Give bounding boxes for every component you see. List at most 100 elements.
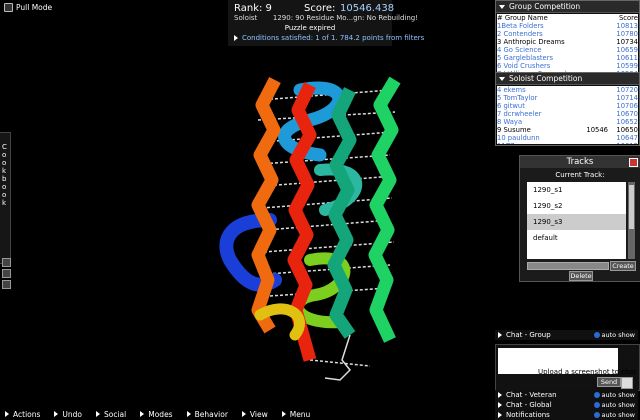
menu-behavior[interactable]: Behavior xyxy=(186,409,228,419)
menu-label: Menu xyxy=(289,409,311,419)
soloist-row[interactable]: 8 Waya 10652 xyxy=(497,118,638,126)
group-row[interactable]: 4 Go Science 10659 xyxy=(497,46,638,54)
track-list[interactable]: 1290_s1 1290_s2 1290_s3 default xyxy=(527,182,626,259)
track-item[interactable]: default xyxy=(527,230,626,246)
score-header: Rank: 9 Score: 10546.438 Soloist 1290: 9… xyxy=(228,0,424,46)
group-name: 3 Anthropic Dreams xyxy=(497,38,565,46)
group-list-header: # Group Name Score xyxy=(497,14,638,22)
screenshot-icon[interactable] xyxy=(621,377,633,389)
delete-button[interactable]: Delete xyxy=(569,271,593,281)
group-competition-header[interactable]: Group Competition xyxy=(496,1,639,13)
menu-label: View xyxy=(249,409,268,419)
group-name: 5 Gargleblasters xyxy=(497,54,554,62)
soloist-own-score xyxy=(578,94,608,102)
chat-global-autoshow[interactable]: auto show xyxy=(593,400,636,410)
soloist-row[interactable]: 10 pauldunn 10647 xyxy=(497,134,638,142)
folder-icon[interactable] xyxy=(2,280,11,289)
group-row[interactable]: 3 Anthropic Dreams 10734 xyxy=(497,38,638,46)
scroll-thumb[interactable] xyxy=(629,185,634,229)
soloist-own-score xyxy=(578,86,608,94)
soloist-row[interactable]: 6 gitwut 10706 xyxy=(497,102,638,110)
menu-social[interactable]: Social xyxy=(96,410,126,419)
chat-group-label: Chat - Group xyxy=(506,331,551,339)
chat-global-bar[interactable]: Chat - Global auto show xyxy=(495,400,638,410)
group-name: 6 Void Crushers xyxy=(497,62,551,70)
group-name: 2 Contenders xyxy=(497,30,543,38)
cookbook-tab[interactable]: Cookbook xyxy=(0,132,11,264)
create-button[interactable]: Create xyxy=(610,261,636,271)
soloist-row[interactable]: 7 dcrwheeler 10670 xyxy=(497,110,638,118)
soloist-name: 4 ekems xyxy=(497,86,526,94)
chat-group-autoshow[interactable]: auto show xyxy=(593,330,635,340)
group-score: 10599 xyxy=(616,62,638,70)
soloist-row[interactable]: 5 TomTaylor 10714 xyxy=(497,94,638,102)
group-score: 10780 xyxy=(616,30,638,38)
expand-arrow-icon xyxy=(5,411,9,417)
soloist-list[interactable]: 4 ekems 10720 5 TomTaylor 10714 6 gitwut 1070… xyxy=(497,86,638,144)
soloist-row[interactable]: 11Z7ro 10612 xyxy=(497,142,638,144)
recipe-icon[interactable] xyxy=(2,258,11,267)
group-row[interactable]: 5 Gargleblasters 10611 xyxy=(497,54,638,62)
group-row[interactable]: 6 Void Crushers 10599 xyxy=(497,62,638,70)
rank-label: Rank: 9 xyxy=(234,3,272,14)
mode-label: Pull Mode xyxy=(16,3,53,12)
soloist-competition-header[interactable]: Soloist Competition xyxy=(496,73,639,85)
menu-actions[interactable]: Actions xyxy=(5,410,40,419)
soloist-score: 10706 xyxy=(616,102,638,110)
group-score: 10734 xyxy=(616,38,638,46)
group-score: 10611 xyxy=(616,54,638,62)
close-icon[interactable] xyxy=(629,158,638,167)
puzzle-title: 1290: 90 Residue Mo...gn: No Rebuilding! xyxy=(272,14,419,22)
group-row[interactable]: 2 Contenders 10780 xyxy=(497,30,638,38)
track-scrollbar[interactable] xyxy=(628,182,635,259)
chat-input[interactable]: Upload a screenshot to chat xyxy=(498,348,636,376)
chat-box: Upload a screenshot to chat Send xyxy=(495,344,640,391)
track-item[interactable]: 1290_s1 xyxy=(527,182,626,198)
bottom-menu-bar: Actions Undo Social Modes Behavior View Menu xyxy=(0,408,320,420)
group-score: 10813 xyxy=(616,22,638,30)
soloist-name: 11Z7ro xyxy=(497,142,578,144)
menu-menu[interactable]: Menu xyxy=(281,409,311,419)
strand-teal xyxy=(327,87,357,339)
strand-orange xyxy=(251,77,281,334)
group-list[interactable]: # Group Name Score 1Beta Folders 10813 2 C… xyxy=(497,14,638,72)
group-row[interactable]: 1Beta Folders 10813 xyxy=(497,22,638,30)
soloist-own-score xyxy=(578,110,608,118)
soloist-row[interactable]: 9 Susume 10546 10650 xyxy=(497,126,638,134)
soloist-own-score xyxy=(578,118,608,126)
tracks-panel: Tracks Current Track: 1290_s1 1290_s2 1290… xyxy=(519,155,640,282)
menu-label: Actions xyxy=(13,409,41,419)
current-track-label: Current Track: xyxy=(555,171,605,179)
menu-undo[interactable]: Undo xyxy=(54,410,82,419)
notifications-autoshow[interactable]: auto show xyxy=(593,410,635,420)
auto-show-label: auto show xyxy=(601,401,636,409)
notifications-bar[interactable]: Notifications auto show xyxy=(495,410,638,420)
pull-mode-icon xyxy=(4,3,13,12)
menu-modes[interactable]: Modes xyxy=(140,410,173,419)
conditions-toggle[interactable]: Conditions satisfied: 1 of 1. 784.2 poin… xyxy=(234,34,424,42)
chat-veteran-autoshow[interactable]: auto show xyxy=(593,390,635,400)
pull-mode-toggle[interactable]: Pull Mode xyxy=(4,3,52,12)
track-item[interactable]: 1290_s2 xyxy=(527,198,626,214)
soloist-own-score xyxy=(578,102,608,110)
expand-arrow-icon xyxy=(186,411,191,417)
info-icon xyxy=(593,412,600,418)
expand-arrow-icon xyxy=(96,411,100,417)
expand-arrow-icon xyxy=(498,412,502,418)
menu-label: Behavior xyxy=(194,409,228,419)
send-button[interactable]: Send xyxy=(597,377,621,387)
new-track-input[interactable] xyxy=(527,262,609,270)
group-col-score: Score xyxy=(618,14,638,22)
chat-group-bar[interactable]: Chat - Group auto show xyxy=(495,330,638,340)
soloist-name: 9 Susume xyxy=(497,126,531,134)
cookbook-label: Cookbook xyxy=(2,143,7,207)
soloist-competition-title: Soloist Competition xyxy=(509,74,583,83)
script-icon[interactable] xyxy=(2,269,11,278)
menu-view[interactable]: View xyxy=(241,409,268,419)
soloist-score: 10720 xyxy=(616,86,638,94)
soloist-row[interactable]: 4 ekems 10720 xyxy=(497,86,638,94)
chat-veteran-bar[interactable]: Chat - Veteran auto show xyxy=(495,390,638,400)
track-item[interactable]: 1290_s3 xyxy=(527,214,626,230)
puzzle-line: Soloist 1290: 90 Residue Mo...gn: No Reb… xyxy=(234,14,418,22)
protein-viewport[interactable] xyxy=(200,60,440,390)
